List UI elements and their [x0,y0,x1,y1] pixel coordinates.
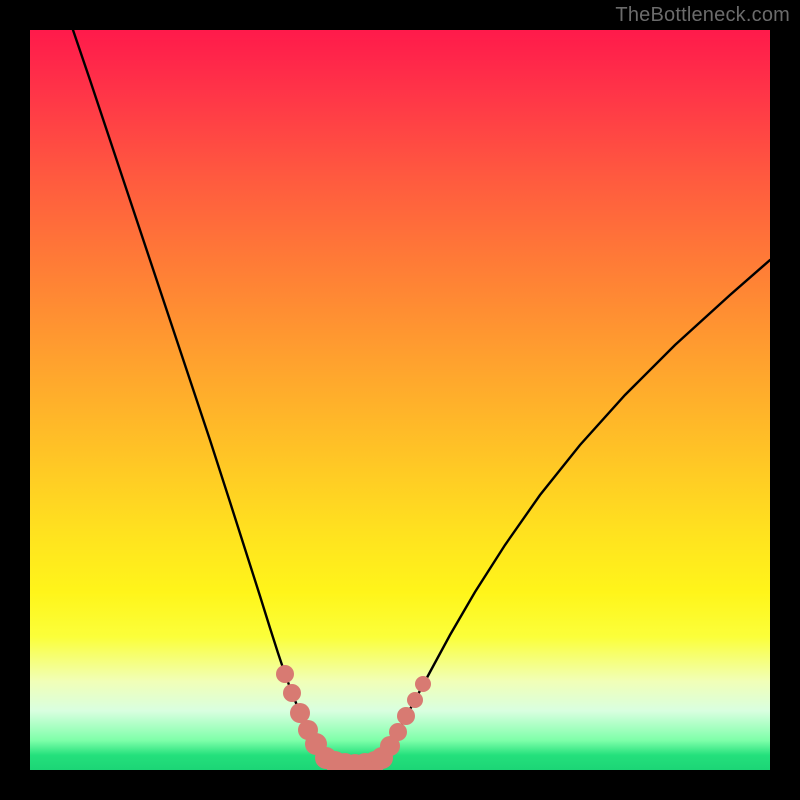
chart-frame: TheBottleneck.com [0,0,800,800]
watermark-text: TheBottleneck.com [615,4,790,27]
bottleneck-curve [73,30,770,765]
marker-dot [389,723,407,741]
marker-dot [290,703,310,723]
marker-dot [415,676,431,692]
plot-area [30,30,770,770]
curve-layer [30,30,770,770]
marker-dot [276,665,294,683]
marker-dot [283,684,301,702]
marker-dot [397,707,415,725]
marker-dot [407,692,423,708]
marker-cluster [276,665,431,770]
